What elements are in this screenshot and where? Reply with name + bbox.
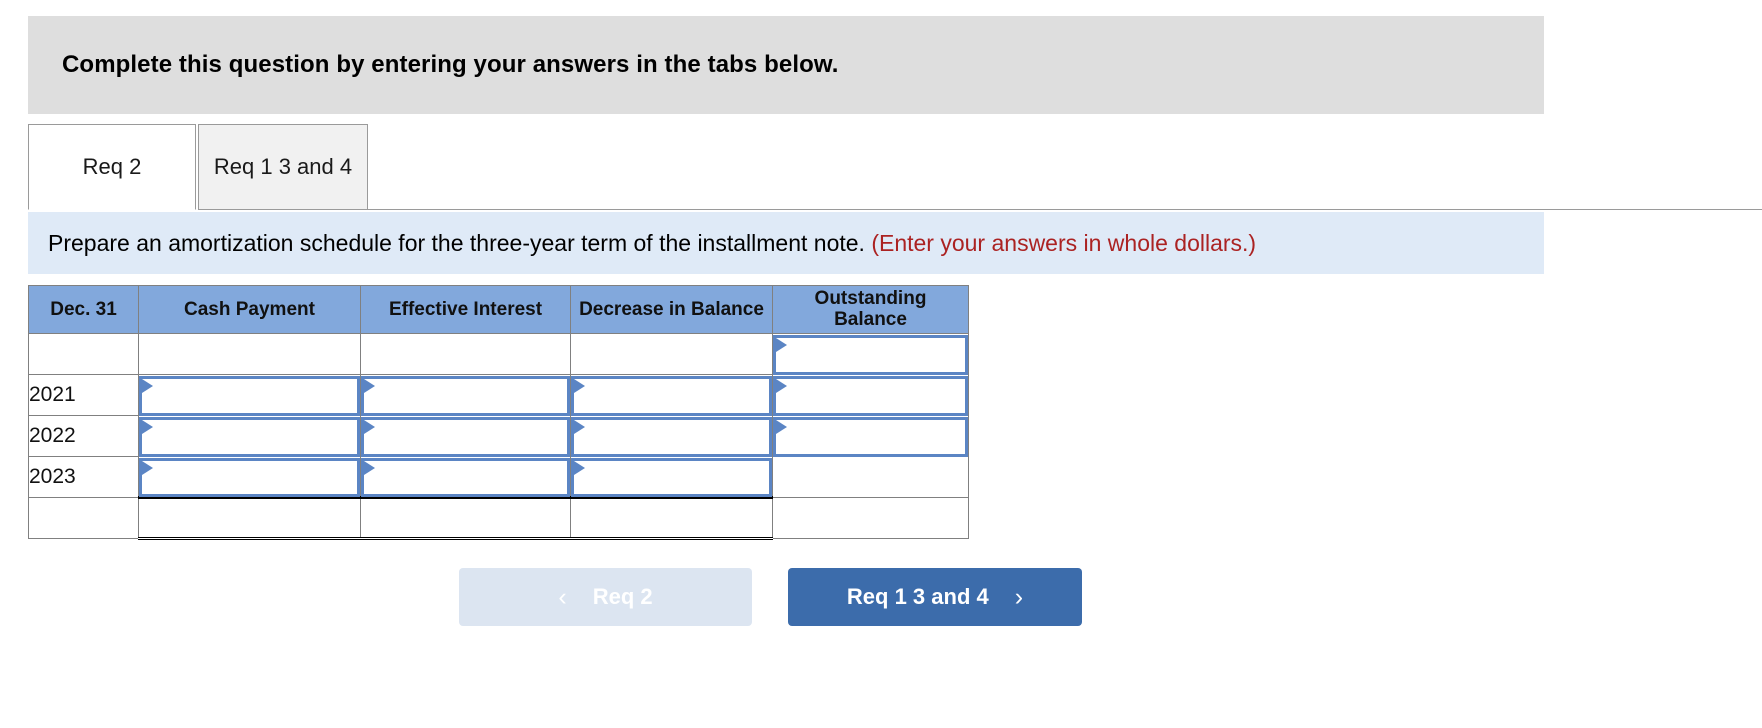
answer-box-outstanding-opening[interactable] <box>773 334 968 375</box>
input-cash-2022[interactable] <box>142 419 357 454</box>
cell-total-effective-interest <box>360 495 571 540</box>
column-header-decrease-in-balance: Decrease in Balance <box>570 285 773 334</box>
tab-underline <box>366 209 1762 210</box>
cell-date: 2021 <box>28 373 139 416</box>
input-cash-2023[interactable] <box>142 460 357 494</box>
tab-req-1-3-and-4-label: Req 1 3 and 4 <box>213 154 353 179</box>
requirement-note: (Enter your answers in whole dollars.) <box>871 229 1257 256</box>
input-decrease-2021[interactable] <box>574 378 769 413</box>
input-outstanding-2022[interactable] <box>776 419 965 454</box>
table-row: 2022 <box>28 414 969 457</box>
column-header-cash-payment: Cash Payment <box>138 285 361 334</box>
cell-decrease-in-balance <box>570 332 773 375</box>
input-effective-2023[interactable] <box>364 460 567 494</box>
cell-total-decrease-in-balance <box>570 495 773 540</box>
tab-req-2[interactable]: Req 2 <box>28 124 196 210</box>
answer-box-cash-2023[interactable] <box>139 457 360 497</box>
answer-box-decrease-2023[interactable] <box>571 457 772 497</box>
chevron-left-icon: ‹ <box>558 582 567 611</box>
instruction-banner: Complete this question by entering your … <box>28 16 1544 114</box>
cell-cash-payment[interactable] <box>138 455 361 498</box>
column-header-outstanding-balance: Outstanding Balance <box>772 285 969 334</box>
answer-box-effective-2023[interactable] <box>361 457 570 497</box>
requirement-bar: Prepare an amortization schedule for the… <box>28 212 1544 274</box>
tab-req-2-label: Req 2 <box>82 154 142 179</box>
cell-decrease-in-balance[interactable] <box>570 455 773 498</box>
answer-box-effective-2021[interactable] <box>361 375 570 416</box>
table-row: 2021 <box>28 373 969 416</box>
input-cash-2021[interactable] <box>142 378 357 413</box>
cell-cash-payment <box>138 332 361 375</box>
cell-effective-interest[interactable] <box>360 455 571 498</box>
cell-date <box>28 332 139 375</box>
cell-effective-interest <box>360 332 571 375</box>
cell-cash-payment[interactable] <box>138 414 361 457</box>
answer-box-outstanding-2022[interactable] <box>773 416 968 457</box>
cell-outstanding-balance[interactable] <box>772 373 969 416</box>
cell-cash-payment[interactable] <box>138 373 361 416</box>
tab-strip: Req 2 Req 1 3 and 4 <box>28 124 1762 212</box>
cell-date: 2022 <box>28 414 139 457</box>
next-req-label: Req 1 3 and 4 <box>846 584 989 609</box>
input-decrease-2023[interactable] <box>574 460 769 494</box>
answer-box-outstanding-2021[interactable] <box>773 375 968 416</box>
instruction-text: Complete this question by entering your … <box>62 51 839 78</box>
cell-date <box>28 496 139 539</box>
answer-box-decrease-2022[interactable] <box>571 416 772 457</box>
cell-outstanding-balance <box>772 455 969 498</box>
input-outstanding-2021[interactable] <box>776 378 965 413</box>
input-effective-2022[interactable] <box>364 419 567 454</box>
requirement-main: Prepare an amortization schedule for the… <box>48 229 865 256</box>
requirement-text: Prepare an amortization schedule for the… <box>28 230 1256 257</box>
navigation-buttons: ‹ Req 2 Req 1 3 and 4 › <box>0 568 1762 632</box>
input-decrease-2022[interactable] <box>574 419 769 454</box>
answer-box-cash-2021[interactable] <box>139 375 360 416</box>
prev-req-label: Req 2 <box>592 584 653 609</box>
table-row-totals <box>28 495 969 540</box>
cell-total-outstanding-balance <box>772 496 969 539</box>
cell-date: 2023 <box>28 455 139 498</box>
cell-decrease-in-balance[interactable] <box>570 414 773 457</box>
question-panel: Complete this question by entering your … <box>0 0 1762 728</box>
column-header-date: Dec. 31 <box>28 285 139 334</box>
chevron-right-icon: › <box>1014 582 1024 611</box>
amortization-schedule-table: Dec. 31 Cash Payment Effective Interest … <box>28 285 969 540</box>
cell-outstanding-balance[interactable] <box>772 332 969 375</box>
cell-outstanding-balance[interactable] <box>772 414 969 457</box>
column-header-effective-interest: Effective Interest <box>360 285 571 334</box>
prev-req-button[interactable]: ‹ Req 2 <box>459 568 752 626</box>
cell-total-cash-payment <box>138 495 361 540</box>
answer-box-decrease-2021[interactable] <box>571 375 772 416</box>
table-row <box>28 332 969 375</box>
table-row: 2023 <box>28 455 969 498</box>
table-header-row: Dec. 31 Cash Payment Effective Interest … <box>28 285 969 334</box>
answer-box-cash-2022[interactable] <box>139 416 360 457</box>
input-outstanding-opening[interactable] <box>776 337 965 372</box>
tab-req-1-3-and-4[interactable]: Req 1 3 and 4 <box>198 124 368 210</box>
next-req-button[interactable]: Req 1 3 and 4 › <box>788 568 1082 626</box>
cell-effective-interest[interactable] <box>360 414 571 457</box>
cell-decrease-in-balance[interactable] <box>570 373 773 416</box>
input-effective-2021[interactable] <box>364 378 567 413</box>
cell-effective-interest[interactable] <box>360 373 571 416</box>
answer-box-effective-2022[interactable] <box>361 416 570 457</box>
